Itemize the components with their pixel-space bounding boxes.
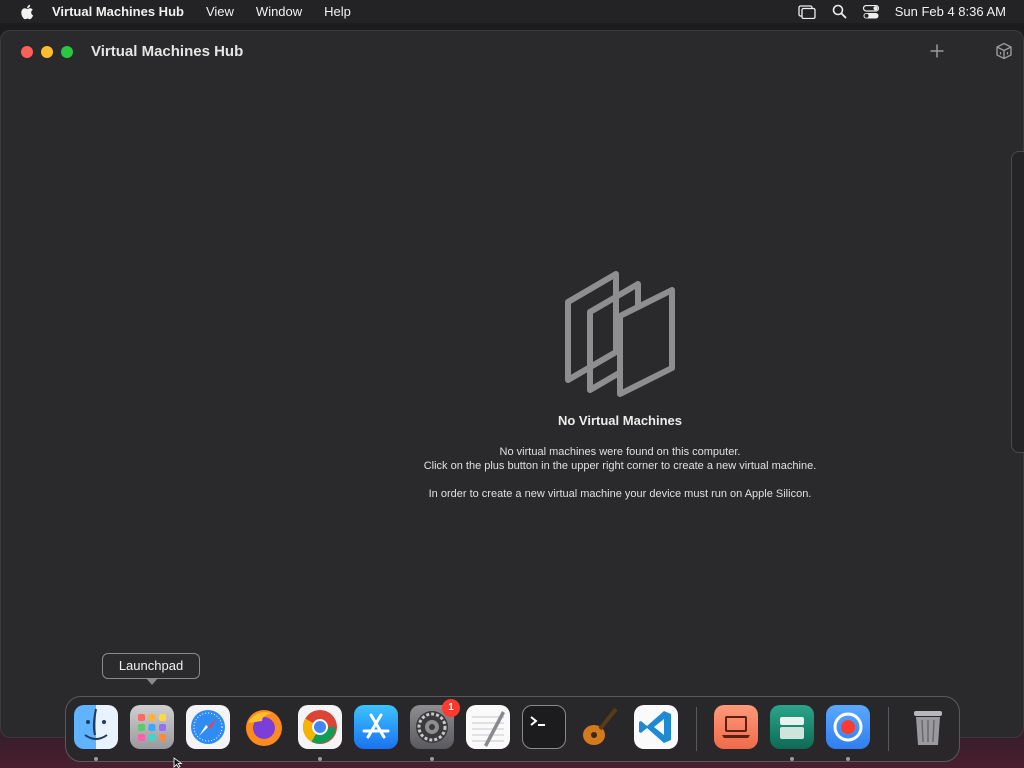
vscode-icon (639, 711, 671, 743)
stacked-windows-icon (565, 271, 675, 397)
window-title: Virtual Machines Hub (91, 43, 244, 60)
menu-view[interactable]: View (206, 4, 234, 19)
mouse-cursor-icon (173, 757, 183, 768)
dock-tooltip: Launchpad (102, 653, 200, 679)
notification-badge: 1 (442, 699, 460, 717)
dock-separator (696, 707, 697, 751)
menu-app-name[interactable]: Virtual Machines Hub (52, 4, 184, 19)
guitar-icon (583, 707, 618, 745)
terminal-icon (530, 716, 545, 726)
textedit-icon (472, 711, 505, 747)
dock-item-screen-recorder[interactable] (826, 705, 870, 749)
archive-icon (780, 717, 804, 739)
dock-item-textedit[interactable] (466, 705, 510, 749)
running-indicator (430, 757, 434, 761)
dock-item-vm-app-1[interactable] (714, 705, 758, 749)
dock-item-firefox[interactable] (242, 705, 286, 749)
menu-help[interactable]: Help (324, 4, 351, 19)
trash-icon (914, 711, 942, 745)
traffic-lights (21, 46, 81, 58)
finder-icon (84, 708, 108, 740)
empty-state-line-2: Click on the plus button in the upper ri… (423, 460, 817, 472)
close-button[interactable] (21, 46, 33, 58)
dock-item-chrome[interactable] (298, 705, 342, 749)
menu-clock[interactable]: Sun Feb 4 8:36 AM (895, 4, 1006, 19)
dock-item-garageband[interactable] (578, 705, 622, 749)
empty-state-line-1: No virtual machines were found on this c… (499, 446, 741, 458)
dock-item-launchpad[interactable] (130, 705, 174, 749)
menu-bar: Virtual Machines Hub View Window Help Su… (0, 0, 1024, 23)
dock-item-terminal[interactable] (522, 705, 566, 749)
add-vm-button[interactable] (927, 41, 947, 61)
tooltip-arrow (146, 678, 158, 685)
app-store-icon (362, 713, 390, 739)
dock-item-system-settings[interactable]: 1 (410, 699, 460, 749)
dock-item-app-store[interactable] (354, 705, 398, 749)
running-indicator (94, 757, 98, 761)
vm-library-button[interactable] (993, 40, 1015, 62)
dock-item-vscode[interactable] (634, 705, 678, 749)
search-icon[interactable] (832, 4, 847, 19)
apple-menu-icon[interactable] (18, 3, 36, 21)
record-icon (833, 712, 863, 742)
running-indicator (318, 757, 322, 761)
dock-item-trash[interactable] (906, 705, 950, 749)
laptop-icon (722, 716, 750, 738)
dock-separator (888, 707, 889, 751)
sidebar-drawer-handle[interactable] (1011, 151, 1024, 453)
maximize-button[interactable] (61, 46, 73, 58)
running-indicator (790, 757, 794, 761)
menu-window[interactable]: Window (256, 4, 302, 19)
cube-icon (996, 42, 1012, 60)
dock: 1 (65, 696, 960, 762)
chrome-icon (303, 710, 337, 744)
firefox-icon (246, 710, 282, 746)
empty-state-title: No Virtual Machines (557, 413, 682, 428)
window-titlebar: Virtual Machines Hub (1, 31, 1023, 71)
dock-item-finder[interactable] (74, 705, 118, 749)
plus-icon (930, 44, 944, 58)
safari-icon (191, 710, 225, 744)
running-indicator (846, 757, 850, 761)
dock-item-vm-app-2[interactable] (770, 705, 814, 749)
status-area: Sun Feb 4 8:36 AM (782, 0, 1006, 23)
launchpad-icon (138, 714, 166, 741)
dock-item-safari[interactable] (186, 705, 230, 749)
screen-mirroring-icon[interactable] (798, 4, 816, 19)
empty-state-line-3: In order to create a new virtual machine… (428, 488, 812, 500)
app-window: Virtual Machines Hub (0, 30, 1024, 738)
control-center-icon[interactable] (862, 4, 879, 19)
minimize-button[interactable] (41, 46, 53, 58)
